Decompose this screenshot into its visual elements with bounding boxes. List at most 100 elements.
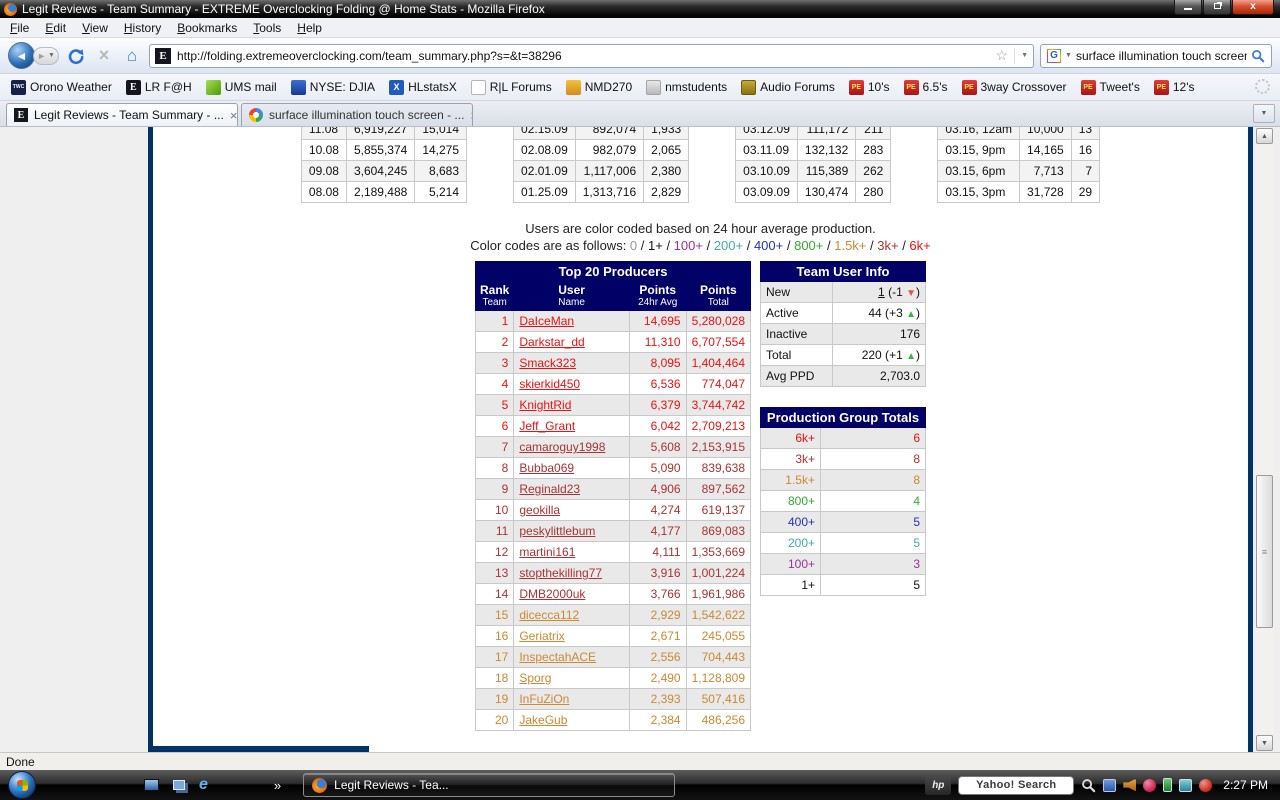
- tray-volume-icon[interactable]: [1123, 779, 1136, 792]
- legend-code[interactable]: 800+: [794, 238, 823, 253]
- producer-name-link[interactable]: DMB2000uk: [519, 587, 585, 601]
- producer-name-link[interactable]: Darkstar_dd: [519, 335, 584, 349]
- legend-code[interactable]: 100+: [674, 238, 703, 253]
- url-bar[interactable]: E ☆ ▼: [149, 44, 1034, 68]
- minimize-button[interactable]: [1174, 0, 1202, 15]
- producer-name-link[interactable]: Jeff_Grant: [519, 419, 575, 433]
- producer-name-link[interactable]: peskylittlebum: [519, 524, 595, 538]
- bookmark-star-icon[interactable]: ☆: [996, 47, 1009, 64]
- producer-name-link[interactable]: dicecca112: [519, 608, 579, 622]
- bookmark-item[interactable]: R|L Forums: [464, 78, 559, 97]
- search-bar[interactable]: G ▼: [1040, 44, 1272, 68]
- taskbar-window-label: Legit Reviews - Tea...: [334, 778, 449, 792]
- reload-button[interactable]: [65, 45, 87, 67]
- menu-item[interactable]: View: [74, 19, 116, 37]
- team-info-row: Inactive 176 ( ): [761, 324, 926, 345]
- scrollbar-thumb[interactable]: ≡: [1256, 475, 1273, 628]
- bookmark-item[interactable]: X HLstatsX: [382, 78, 464, 97]
- bookmark-item[interactable]: Audio Forums: [734, 78, 842, 97]
- window-switcher-icon[interactable]: [173, 780, 185, 790]
- yahoo-magnifier-icon[interactable]: [1081, 778, 1096, 793]
- producer-24hr-avg: 6,379: [629, 395, 686, 416]
- bookmark-item[interactable]: PE 6.5's: [897, 78, 955, 97]
- producer-name-link[interactable]: Sporg: [519, 671, 551, 685]
- quick-launch-overflow-chevron[interactable]: »: [274, 778, 281, 793]
- producer-name-link[interactable]: Reginald23: [519, 482, 580, 496]
- producer-name-link[interactable]: JakeGub: [519, 713, 567, 727]
- tray-mute-icon[interactable]: [1199, 779, 1212, 792]
- bookmark-icon: TWC: [11, 80, 26, 95]
- tray-network-icon[interactable]: [1179, 779, 1192, 792]
- producer-name-link[interactable]: camaroguy1998: [519, 440, 605, 454]
- menu-item[interactable]: Bookmarks: [169, 19, 245, 37]
- menu-item[interactable]: File: [2, 19, 37, 37]
- legend-code[interactable]: 1.5k+: [834, 238, 866, 253]
- table-row: 02.01.09 1,117,006 2,380: [514, 161, 689, 182]
- producer-name-link[interactable]: stopthekilling77: [519, 566, 602, 580]
- producer-name-link[interactable]: skierkid450: [519, 377, 580, 391]
- menu-item[interactable]: Tools: [245, 19, 289, 37]
- producer-name-link[interactable]: martini161: [519, 545, 575, 559]
- search-input[interactable]: [1076, 49, 1247, 63]
- producer-name-link[interactable]: InFuZiOn: [519, 692, 569, 706]
- legend-code[interactable]: 1+: [648, 238, 663, 253]
- stop-button[interactable]: ×: [93, 45, 115, 67]
- clock: 2:27 PM: [1223, 778, 1268, 792]
- url-input[interactable]: [177, 49, 990, 63]
- producer-name-link[interactable]: geokilla: [519, 503, 560, 517]
- bookmark-item[interactable]: PE 12's: [1147, 78, 1202, 97]
- bookmark-item[interactable]: PE 3way Crossover: [955, 78, 1074, 97]
- producer-name-link[interactable]: Bubba069: [519, 461, 574, 475]
- bookmark-item[interactable]: TWC Orono Weather: [4, 78, 119, 97]
- tab-google-search[interactable]: surface illumination touch screen - ... …: [241, 103, 473, 126]
- tab-close-icon[interactable]: ×: [230, 108, 238, 123]
- engine-dropdown-icon[interactable]: ▼: [1065, 52, 1072, 59]
- producer-name-link[interactable]: InspectahACE: [519, 650, 596, 664]
- forward-button[interactable]: ►▼: [33, 47, 59, 65]
- menu-item[interactable]: Edit: [37, 19, 74, 37]
- taskbar-window-button[interactable]: Legit Reviews - Tea...: [303, 773, 675, 797]
- producer-name-link[interactable]: Smack323: [519, 356, 576, 370]
- tray-battery-icon[interactable]: [1163, 778, 1172, 792]
- legend-code[interactable]: 200+: [714, 238, 743, 253]
- internet-explorer-icon[interactable]: e: [199, 777, 208, 793]
- bookmark-item[interactable]: PE Tweet's: [1074, 78, 1147, 97]
- bookmark-item[interactable]: UMS mail: [199, 78, 284, 97]
- menu-item[interactable]: History: [116, 19, 169, 37]
- search-magnifier-icon[interactable]: [1251, 49, 1265, 63]
- legend-code[interactable]: 6k+: [909, 238, 930, 253]
- bookmark-item[interactable]: E LR F@H: [119, 78, 199, 97]
- list-all-tabs-button[interactable]: ▼: [1253, 104, 1275, 123]
- bookmark-item[interactable]: NYSE: DJIA: [284, 78, 382, 97]
- home-button[interactable]: ⌂: [121, 45, 143, 67]
- yahoo-search-box[interactable]: Yahoo! Search: [958, 776, 1074, 795]
- menu-item[interactable]: Help: [289, 19, 330, 37]
- producer-24hr-avg: 11,310: [629, 332, 686, 353]
- producer-name-link[interactable]: DaIceMan: [519, 314, 574, 328]
- tray-app-icon[interactable]: [1103, 779, 1116, 792]
- show-desktop-icon[interactable]: [144, 779, 159, 791]
- google-engine-icon[interactable]: G: [1047, 49, 1061, 63]
- vertical-scrollbar[interactable]: ▲ ≡ ▼: [1255, 127, 1274, 752]
- producer-name-link[interactable]: Geriatrix: [519, 629, 564, 643]
- producer-name-link[interactable]: KnightRid: [519, 398, 571, 412]
- table-title: Production Group Totals: [761, 408, 926, 428]
- tab-team-summary[interactable]: E Legit Reviews - Team Summary - ... ×: [6, 103, 238, 126]
- tray-antivirus-icon[interactable]: [1143, 779, 1156, 792]
- restore-button[interactable]: [1203, 0, 1231, 15]
- legend-code[interactable]: 3k+: [877, 238, 898, 253]
- producer-total-points: 704,443: [686, 647, 750, 668]
- bookmark-item[interactable]: PE 10's: [842, 78, 897, 97]
- scroll-up-button[interactable]: ▲: [1256, 128, 1273, 144]
- legend-code[interactable]: 400+: [754, 238, 783, 253]
- producer-rank: 13: [476, 563, 514, 584]
- bookmark-item[interactable]: nmstudents: [639, 78, 734, 97]
- trend-arrow-icon: [906, 348, 916, 362]
- start-button[interactable]: [8, 771, 36, 799]
- url-dropdown-icon[interactable]: ▼: [1021, 52, 1028, 59]
- bookmark-item[interactable]: NMD270: [559, 78, 639, 97]
- scroll-down-button[interactable]: ▼: [1256, 735, 1273, 751]
- close-button[interactable]: x: [1232, 0, 1274, 15]
- back-button[interactable]: ◄: [8, 42, 35, 69]
- tab-close-icon[interactable]: ×: [470, 108, 473, 123]
